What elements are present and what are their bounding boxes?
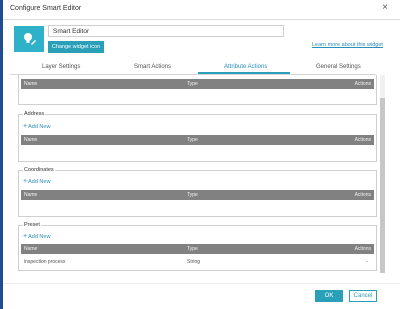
add-new-button[interactable]: +Add New: [23, 178, 50, 185]
learn-more-link[interactable]: Learn more about this widget: [312, 42, 383, 48]
table-header: Name Type Actions: [21, 79, 374, 89]
dialog-title: Configure Smart Editor: [10, 5, 82, 12]
tab-attribute-actions[interactable]: Attribute Actions: [224, 64, 267, 70]
lightbulb-pencil-icon: [24, 33, 36, 45]
plus-icon: +: [23, 178, 28, 185]
widget-icon[interactable]: [14, 26, 44, 52]
tab-smart-actions[interactable]: Smart Actions: [134, 64, 171, 70]
tab-layer-settings[interactable]: Layer Settings: [42, 64, 80, 70]
table-header: Name Type Actions: [21, 244, 374, 254]
column-name: Name: [24, 192, 38, 198]
dialog-title-bar: Configure Smart Editor ×: [3, 0, 400, 20]
widget-name-input[interactable]: Smart Editor: [48, 25, 284, 37]
table-row[interactable]: inspection process String -: [21, 257, 374, 266]
column-actions: Actions: [354, 137, 371, 143]
tab-bar: Layer Settings Smart Actions Attribute A…: [10, 61, 376, 75]
attribute-actions-panel: Name Type Actions Address +Add New Name …: [10, 75, 382, 273]
column-type: Type: [187, 192, 198, 198]
active-tab-indicator: [198, 72, 290, 74]
add-new-button[interactable]: +Add New: [23, 123, 50, 130]
cell-type: String: [187, 259, 201, 265]
section-label: Preset: [23, 222, 41, 229]
plus-icon: +: [23, 233, 28, 240]
footer-divider: [3, 283, 400, 284]
scrollbar-thumb[interactable]: [380, 98, 385, 273]
add-new-label: Add New: [28, 179, 51, 185]
column-actions: Actions: [354, 246, 371, 252]
ok-button[interactable]: OK: [315, 290, 343, 302]
cell-actions[interactable]: -: [366, 259, 368, 265]
section-coordinates: Coordinates +Add New Name Type Actions: [18, 167, 377, 217]
close-icon[interactable]: ×: [382, 3, 388, 13]
plus-icon: +: [23, 123, 28, 130]
column-name: Name: [24, 137, 38, 143]
column-type: Type: [187, 81, 198, 87]
window-edge: [0, 0, 3, 309]
column-actions: Actions: [354, 192, 371, 198]
column-name: Name: [24, 81, 38, 87]
change-widget-icon-button[interactable]: Change widget icon: [48, 41, 104, 53]
tab-general-settings[interactable]: General Settings: [316, 64, 361, 70]
column-actions: Actions: [354, 81, 371, 87]
section-partial: Name Type Actions: [18, 75, 377, 105]
section-label: Coordinates: [23, 167, 55, 174]
cell-name: inspection process: [24, 259, 66, 265]
section-preset: Preset +Add New Name Type Actions inspec…: [18, 222, 377, 271]
table-header: Name Type Actions: [21, 135, 374, 145]
add-new-label: Add New: [28, 234, 51, 240]
section-label: Address: [23, 111, 46, 118]
add-new-label: Add New: [28, 124, 51, 130]
column-type: Type: [187, 246, 198, 252]
column-name: Name: [24, 246, 38, 252]
add-new-button[interactable]: +Add New: [23, 233, 50, 240]
section-address: Address +Add New Name Type Actions: [18, 111, 377, 162]
table-header: Name Type Actions: [21, 190, 374, 200]
cancel-button[interactable]: Cancel: [349, 290, 377, 302]
column-type: Type: [187, 137, 198, 143]
